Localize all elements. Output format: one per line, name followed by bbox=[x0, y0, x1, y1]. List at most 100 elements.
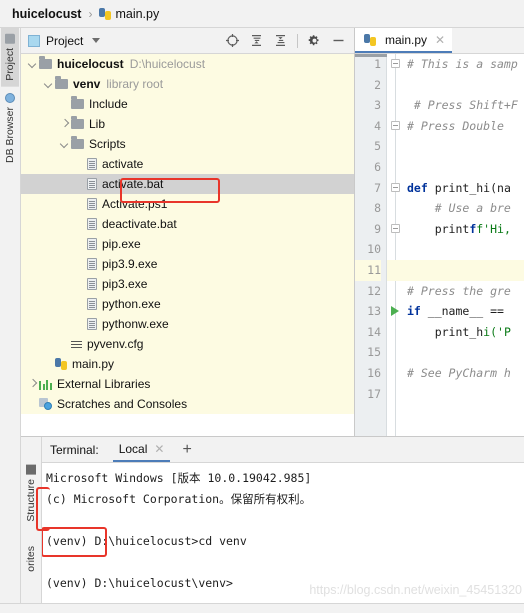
tree-item[interactable]: pyvenv.cfg bbox=[21, 334, 354, 354]
code-line[interactable]: print_hi('P bbox=[403, 322, 524, 343]
gutter-marker[interactable] bbox=[387, 301, 403, 322]
tree-item-label: deactivate.bat bbox=[102, 217, 177, 231]
db-browser-tab-label: DB Browser bbox=[4, 106, 16, 163]
code-line[interactable]: # Use a bre bbox=[403, 198, 524, 219]
tree-item[interactable]: Scratches and Consoles bbox=[21, 394, 354, 414]
tree-item[interactable]: pip3.9.exe bbox=[21, 254, 354, 274]
line-number: 9 bbox=[374, 221, 381, 236]
line-number: 13 bbox=[367, 304, 381, 319]
tree-item[interactable]: main.py bbox=[21, 354, 354, 374]
code-line[interactable] bbox=[403, 239, 524, 260]
line-number: 11 bbox=[355, 259, 381, 281]
fold-icon[interactable] bbox=[391, 223, 400, 233]
collapse-all-icon[interactable] bbox=[273, 33, 288, 48]
code-line[interactable] bbox=[403, 342, 524, 363]
code-line[interactable] bbox=[403, 259, 524, 281]
fold-icon[interactable] bbox=[391, 59, 400, 68]
add-tab-icon[interactable]: + bbox=[182, 441, 191, 458]
tree-item[interactable]: deactivate.bat bbox=[21, 214, 354, 234]
chevron-right-icon[interactable] bbox=[59, 118, 71, 130]
terminal-output[interactable]: Microsoft Windows [版本 10.0.19042.985] (c)… bbox=[42, 463, 524, 613]
tree-item-label: venv bbox=[73, 77, 101, 91]
chevron-down-icon[interactable] bbox=[92, 38, 101, 43]
code-line[interactable] bbox=[403, 157, 524, 178]
project-panel-title-group[interactable]: Project bbox=[28, 34, 101, 48]
chevron-down-icon[interactable] bbox=[27, 58, 39, 70]
tree-item-label: activate.bat bbox=[102, 177, 164, 191]
tree-item[interactable]: venv library root bbox=[21, 74, 354, 94]
terminal-line: (c) Microsoft Corporation。保留所有权利。 bbox=[46, 492, 312, 506]
tree-item[interactable]: Activate.ps1 bbox=[21, 194, 354, 214]
expand-all-icon[interactable] bbox=[249, 33, 264, 48]
chevron-right-icon[interactable] bbox=[27, 378, 39, 390]
panels-row: Project huicelocust D:\huicelocust venv … bbox=[21, 28, 524, 436]
project-panel: Project huicelocust D:\huicelocust venv … bbox=[21, 28, 355, 436]
gutter-marker bbox=[387, 239, 403, 260]
gutter-marker[interactable] bbox=[387, 54, 403, 75]
breadcrumb-project[interactable]: huicelocust bbox=[12, 7, 81, 21]
gutter-markers[interactable] bbox=[387, 54, 403, 436]
close-icon[interactable]: ✕ bbox=[435, 33, 445, 47]
hide-panel-icon[interactable] bbox=[331, 33, 346, 48]
tree-item-label: External Libraries bbox=[57, 377, 151, 391]
gutter-marker[interactable] bbox=[387, 178, 403, 199]
tree-item[interactable]: activate.bat bbox=[21, 174, 354, 194]
code-line[interactable]: # Press the gre bbox=[403, 281, 524, 302]
settings-gear-icon[interactable] bbox=[307, 33, 322, 48]
terminal-tab-local[interactable]: Local ✕ bbox=[112, 437, 171, 462]
gutter-marker[interactable] bbox=[387, 116, 403, 137]
tree-item-label: Scripts bbox=[89, 137, 126, 151]
tree-item[interactable]: pythonw.exe bbox=[21, 314, 354, 334]
tree-item-suffix: library root bbox=[106, 77, 164, 91]
terminal-label: Terminal: bbox=[50, 442, 99, 457]
code-line[interactable]: # Press Double bbox=[403, 116, 524, 137]
sidebar-item-db-browser[interactable]: DB Browser bbox=[1, 87, 19, 169]
sidebar-item-project[interactable]: Project bbox=[1, 28, 19, 87]
code-line[interactable] bbox=[403, 75, 524, 96]
tab-main-py[interactable]: main.py ✕ bbox=[355, 28, 453, 53]
chevron-down-icon[interactable] bbox=[43, 78, 55, 90]
fold-icon[interactable] bbox=[391, 182, 400, 192]
gutter-marker bbox=[387, 259, 403, 281]
tree-item[interactable]: huicelocust D:\huicelocust bbox=[21, 54, 354, 74]
code-line[interactable]: printff'Hi, bbox=[403, 219, 524, 240]
workspace: Project DB Browser Project huicelocust D… bbox=[0, 28, 524, 613]
tree-item-label: python.exe bbox=[102, 297, 161, 311]
project-tree[interactable]: huicelocust D:\huicelocust venv library roo… bbox=[21, 54, 354, 436]
terminal-line: Microsoft Windows [版本 10.0.19042.985] bbox=[46, 471, 312, 485]
tree-item[interactable]: pip3.exe bbox=[21, 274, 354, 294]
breadcrumb-separator: › bbox=[88, 6, 93, 21]
code-line[interactable]: def print_hi(na bbox=[403, 178, 524, 199]
code-line[interactable]: # This is a samp bbox=[403, 54, 524, 75]
code-line[interactable]: # See PyCharm h bbox=[403, 363, 524, 384]
folder-icon bbox=[71, 116, 84, 129]
tree-item[interactable]: python.exe bbox=[21, 294, 354, 314]
close-icon[interactable]: ✕ bbox=[154, 442, 164, 456]
code-line[interactable]: if __name__ == bbox=[403, 301, 524, 322]
tree-item[interactable]: Include bbox=[21, 94, 354, 114]
breadcrumb-file[interactable]: main.py bbox=[115, 7, 159, 21]
tree-item[interactable]: pip.exe bbox=[21, 234, 354, 254]
code-area[interactable]: 1 2 3 4 5 6 7 8 9 10 11 12 13 14 15 16 17 # This is a sa… bbox=[355, 54, 524, 436]
tree-item-label: pip3.9.exe bbox=[102, 257, 158, 271]
tree-item[interactable]: Scripts bbox=[21, 134, 354, 154]
code-line[interactable]: # Press Shift+F bbox=[403, 95, 524, 116]
tree-item[interactable]: Lib bbox=[21, 114, 354, 134]
run-icon[interactable] bbox=[391, 306, 399, 317]
code-line[interactable] bbox=[403, 136, 524, 157]
chevron-down-icon[interactable] bbox=[59, 138, 71, 150]
sidebar-item-favorites[interactable]: orites bbox=[22, 540, 40, 578]
tree-item[interactable]: External Libraries bbox=[21, 374, 354, 394]
gutter-marker[interactable] bbox=[387, 219, 403, 240]
breadcrumb: huicelocust › main.py bbox=[0, 0, 524, 28]
fold-icon[interactable] bbox=[391, 120, 400, 130]
tree-item[interactable]: activate bbox=[21, 154, 354, 174]
line-number: 12 bbox=[367, 283, 381, 298]
code-lines[interactable]: # This is a samp # Press Shift+F # Press … bbox=[403, 54, 524, 436]
select-opened-file-icon[interactable] bbox=[225, 33, 240, 48]
code-line[interactable] bbox=[403, 384, 524, 405]
sidebar-item-structure[interactable]: Structure bbox=[22, 459, 40, 528]
